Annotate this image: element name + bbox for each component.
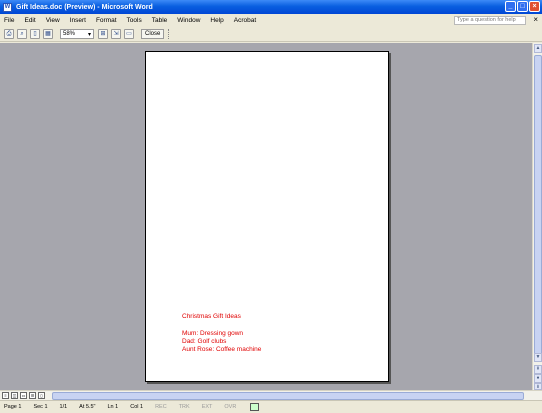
print-layout-view-icon[interactable]: ▭ bbox=[20, 392, 27, 399]
help-search-input[interactable]: Type a question for help bbox=[454, 16, 526, 25]
vertical-scroll-thumb[interactable] bbox=[534, 55, 542, 355]
status-trk[interactable]: TRK bbox=[179, 404, 190, 410]
close-document-icon[interactable]: × bbox=[533, 15, 538, 24]
select-browse-object-icon[interactable]: ● bbox=[534, 374, 542, 383]
preview-workspace: Christmas Gift Ideas Mum: Dressing gown … bbox=[0, 43, 532, 390]
full-screen-icon[interactable]: ▭ bbox=[124, 29, 134, 39]
document-heading: Christmas Gift Ideas bbox=[182, 313, 241, 320]
menu-file[interactable]: File bbox=[4, 17, 14, 24]
document-line: Aunt Rose: Coffee machine bbox=[182, 346, 262, 353]
status-position: At 5.5" bbox=[79, 404, 96, 410]
menu-bar: File Edit View Insert Format Tools Table… bbox=[0, 14, 542, 27]
status-rec[interactable]: REC bbox=[155, 404, 167, 410]
status-ext[interactable]: EXT bbox=[202, 404, 213, 410]
status-page-count: 1/1 bbox=[59, 404, 68, 410]
spelling-status-icon[interactable] bbox=[250, 403, 260, 411]
horizontal-scroll-thumb[interactable] bbox=[52, 392, 524, 400]
menu-view[interactable]: View bbox=[46, 17, 60, 24]
status-page: Page 1 bbox=[4, 404, 22, 410]
menu-acrobat[interactable]: Acrobat bbox=[234, 17, 256, 24]
view-ruler-icon[interactable]: ⊞ bbox=[98, 29, 108, 39]
next-page-icon[interactable]: ⇟ bbox=[534, 383, 542, 390]
status-bar: Page 1 Sec 1 1/1 At 5.5" Ln 1 Col 1 REC … bbox=[0, 400, 542, 413]
chevron-down-icon: ▾ bbox=[87, 31, 91, 38]
document-line: Mum: Dressing gown bbox=[182, 330, 244, 337]
horizontal-scrollbar[interactable] bbox=[42, 392, 540, 400]
menu-table[interactable]: Table bbox=[152, 17, 168, 24]
multiple-pages-icon[interactable]: ▦ bbox=[43, 29, 53, 39]
zoom-dropdown[interactable]: 58% ▾ bbox=[60, 29, 94, 39]
menu-format[interactable]: Format bbox=[96, 17, 117, 24]
scroll-down-icon[interactable]: ▼ bbox=[534, 353, 542, 362]
status-line: Ln 1 bbox=[107, 404, 119, 410]
print-preview-toolbar: ⎙ ⌕ ▯ ▦ 58% ▾ ⊞ ⇲ ▭ Close bbox=[0, 27, 542, 42]
magnifier-icon[interactable]: ⌕ bbox=[17, 29, 27, 39]
status-section: Sec 1 bbox=[33, 404, 48, 410]
title-bar: W Gift Ideas.doc (Preview) - Microsoft W… bbox=[0, 0, 542, 14]
outline-view-icon[interactable]: ☰ bbox=[29, 392, 36, 399]
document-line: Dad: Golf clubs bbox=[182, 338, 227, 345]
vertical-scrollbar[interactable]: ▲ ▼ ⇞ ● ⇟ bbox=[532, 43, 542, 390]
web-layout-view-icon[interactable]: ◫ bbox=[11, 392, 18, 399]
menu-edit[interactable]: Edit bbox=[24, 17, 35, 24]
word-icon[interactable]: W bbox=[3, 2, 12, 12]
menu-help[interactable]: Help bbox=[210, 17, 223, 24]
one-page-icon[interactable]: ▯ bbox=[30, 29, 40, 39]
menu-insert[interactable]: Insert bbox=[70, 17, 86, 24]
normal-view-icon[interactable]: ≡ bbox=[2, 392, 9, 399]
horizontal-scrollbar-area: ≡ ◫ ▭ ☰ ▯ bbox=[0, 390, 542, 400]
close-window-button[interactable]: × bbox=[529, 1, 540, 12]
document-page[interactable]: Christmas Gift Ideas Mum: Dressing gown … bbox=[145, 51, 389, 382]
zoom-value: 58% bbox=[63, 31, 76, 37]
previous-page-icon[interactable]: ⇞ bbox=[534, 365, 542, 374]
close-preview-button[interactable]: Close bbox=[141, 29, 165, 39]
status-column: Col 1 bbox=[130, 404, 144, 410]
menu-window[interactable]: Window bbox=[177, 17, 200, 24]
window-title: Gift Ideas.doc (Preview) - Microsoft Wor… bbox=[16, 3, 153, 11]
status-ovr[interactable]: OVR bbox=[224, 404, 236, 410]
maximize-button[interactable]: □ bbox=[517, 1, 528, 12]
minimize-button[interactable]: _ bbox=[505, 1, 516, 12]
menu-tools[interactable]: Tools bbox=[127, 17, 142, 24]
toolbar-grip[interactable] bbox=[168, 29, 170, 39]
window-controls: _ □ × bbox=[505, 1, 540, 12]
shrink-to-fit-icon[interactable]: ⇲ bbox=[111, 29, 121, 39]
scroll-up-icon[interactable]: ▲ bbox=[534, 44, 542, 53]
print-icon[interactable]: ⎙ bbox=[4, 29, 14, 39]
